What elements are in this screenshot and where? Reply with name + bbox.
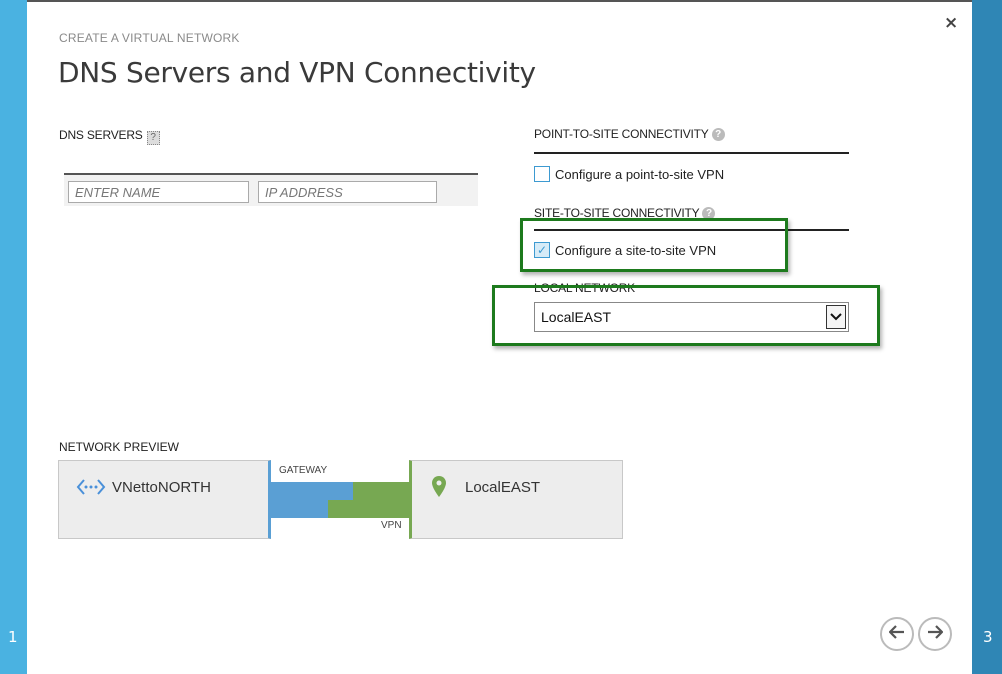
next-button[interactable] (918, 617, 952, 651)
help-icon[interactable]: ? (146, 131, 160, 145)
vnet-node: VNettoNORTH (58, 460, 271, 539)
vpn-bar-lower (328, 500, 409, 518)
dns-servers-section: DNS SERVERS? (59, 128, 160, 145)
wizard-step-rail-next[interactable]: 3 (972, 0, 1002, 674)
dns-servers-label: DNS SERVERS (59, 128, 143, 142)
network-arrows-icon (76, 477, 106, 502)
arrow-left-icon (888, 624, 905, 644)
wizard-breadcrumb: CREATE A VIRTUAL NETWORK (59, 31, 240, 45)
wizard-step-rail-previous[interactable]: 1 (0, 0, 27, 674)
dns-ip-input[interactable] (258, 181, 437, 203)
dns-name-input[interactable] (68, 181, 249, 203)
map-pin-icon (432, 476, 446, 503)
p2s-section: POINT-TO-SITE CONNECTIVITY? (534, 127, 725, 141)
help-icon[interactable]: ? (711, 128, 725, 141)
close-button[interactable]: × (944, 13, 958, 33)
dns-server-row (64, 173, 478, 206)
vpn-bar-upper (353, 482, 409, 500)
p2s-checkbox[interactable] (534, 166, 550, 182)
network-preview-label: NETWORK PREVIEW (59, 440, 180, 454)
p2s-option[interactable]: Configure a point-to-site VPN (534, 166, 724, 182)
previous-step-number: 1 (8, 628, 18, 646)
p2s-checkbox-label: Configure a point-to-site VPN (555, 166, 725, 182)
page-title: DNS Servers and VPN Connectivity (58, 56, 536, 89)
p2s-divider (534, 152, 849, 154)
arrow-right-icon (927, 624, 944, 644)
gateway-label: GATEWAY (279, 465, 328, 476)
vnet-name: VNettoNORTH (112, 479, 211, 496)
local-network-node: LocalEAST (409, 460, 623, 539)
next-step-number: 3 (983, 628, 993, 646)
vpn-label: VPN (381, 520, 402, 531)
local-network-name: LocalEAST (465, 479, 541, 496)
s2s-highlight-box (520, 218, 788, 272)
back-button[interactable] (880, 617, 914, 651)
local-network-highlight-box (492, 285, 880, 346)
top-divider (27, 0, 972, 2)
p2s-label: POINT-TO-SITE CONNECTIVITY (534, 127, 709, 141)
